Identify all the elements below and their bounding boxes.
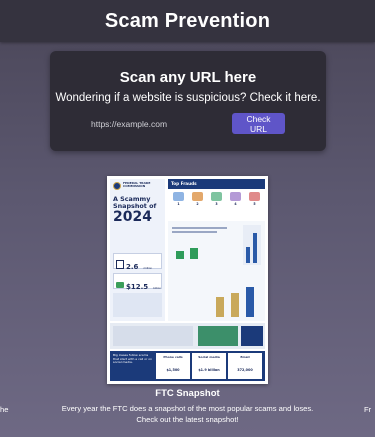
- infographic-right-panel: Top Frauds 1 2 3 4 5: [168, 179, 265, 321]
- fraud-reports-value: 2.6: [126, 263, 139, 271]
- infographic-left-panel: FEDERAL TRADE COMMISSION A Scammy Snapsh…: [110, 179, 165, 321]
- page-title: Scam Prevention: [104, 9, 271, 32]
- jobs-icon: [176, 251, 184, 259]
- losses-value: $12.5: [126, 283, 149, 291]
- contact-method-cell: Email 372,000: [228, 353, 262, 379]
- fraud-rank: 5: [253, 202, 256, 206]
- fraud-category-icon: [249, 192, 260, 201]
- url-scan-card: Scan any URL here Wondering if a website…: [50, 51, 326, 151]
- infographic-agency: FEDERAL TRADE COMMISSION: [123, 181, 151, 189]
- jobs-bars: [243, 225, 261, 265]
- money-icon: [116, 281, 124, 288]
- top-fraud-item: 5: [246, 192, 263, 218]
- fraud-rank: 3: [215, 202, 218, 206]
- url-input[interactable]: [85, 112, 225, 136]
- contact-method-cell: Social media $1.9 billion: [192, 353, 226, 379]
- fraud-rank: 4: [234, 202, 237, 206]
- top-fraud-item: 3: [208, 192, 225, 218]
- ftc-seal-icon: [113, 182, 121, 190]
- top-fraud-item: 1: [170, 192, 187, 218]
- scan-card-title: Scan any URL here: [119, 69, 257, 86]
- card-description: Every year the FTC does a snapshot of th…: [61, 404, 314, 424]
- investment-losses-panel: [168, 221, 265, 321]
- report-icon: [116, 260, 124, 269]
- infographic-headline: A Scammy Snapshot of: [113, 195, 157, 210]
- fraud-rank: 2: [196, 202, 199, 206]
- contact-method-label: Social media: [198, 355, 220, 359]
- contact-method-cell: Phone calls $1,500: [156, 353, 190, 379]
- prev-card-peek[interactable]: he: [0, 405, 8, 414]
- top-frauds-heading: Top Frauds: [168, 179, 265, 189]
- ftc-snapshot-infographic[interactable]: FEDERAL TRADE COMMISSION A Scammy Snapsh…: [107, 176, 268, 384]
- fraud-category-icon: [192, 192, 203, 201]
- card-title: FTC Snapshot: [155, 388, 220, 399]
- investment-bar-chart: [213, 279, 261, 317]
- investment-note-box: [113, 293, 162, 317]
- fraud-rank: 1: [177, 202, 180, 206]
- investment-bar: [216, 297, 224, 317]
- big-losses-text: Big losses follow scams that start with …: [113, 353, 152, 365]
- investment-bar: [231, 293, 239, 317]
- fraud-reports-unit: million: [143, 267, 153, 270]
- infographic-year: 2024: [113, 209, 152, 225]
- fraud-category-icon: [173, 192, 184, 201]
- infographic-bottom-strip: Big losses follow scams that start with …: [110, 351, 265, 381]
- losses-box: $12.5 billion reported lost: [113, 273, 162, 296]
- contact-method-value: $1,500: [166, 368, 180, 372]
- top-fraud-item: 4: [227, 192, 244, 218]
- contact-method-value: 372,000: [237, 368, 253, 372]
- jobs-icon: [190, 248, 198, 259]
- contact-method-value: $1.9 billion: [198, 368, 220, 372]
- investment-bar: [246, 287, 254, 317]
- infographic-mid-strip: [110, 323, 265, 349]
- contact-method-label: Email: [240, 355, 250, 359]
- fraud-reports-box: 2.6 million fraud reports: [113, 253, 162, 276]
- check-url-button[interactable]: Check URL: [232, 113, 285, 134]
- scan-card-subtitle: Wondering if a website is suspicious? Ch…: [55, 92, 321, 104]
- app-header: Scam Prevention: [0, 0, 375, 42]
- fraud-category-icon: [230, 192, 241, 201]
- fraud-category-icon: [211, 192, 222, 201]
- losses-unit: billion: [153, 287, 162, 290]
- top-fraud-item: 2: [189, 192, 206, 218]
- contact-method-label: Phone calls: [163, 355, 183, 359]
- next-card-peek[interactable]: Fr: [364, 405, 371, 414]
